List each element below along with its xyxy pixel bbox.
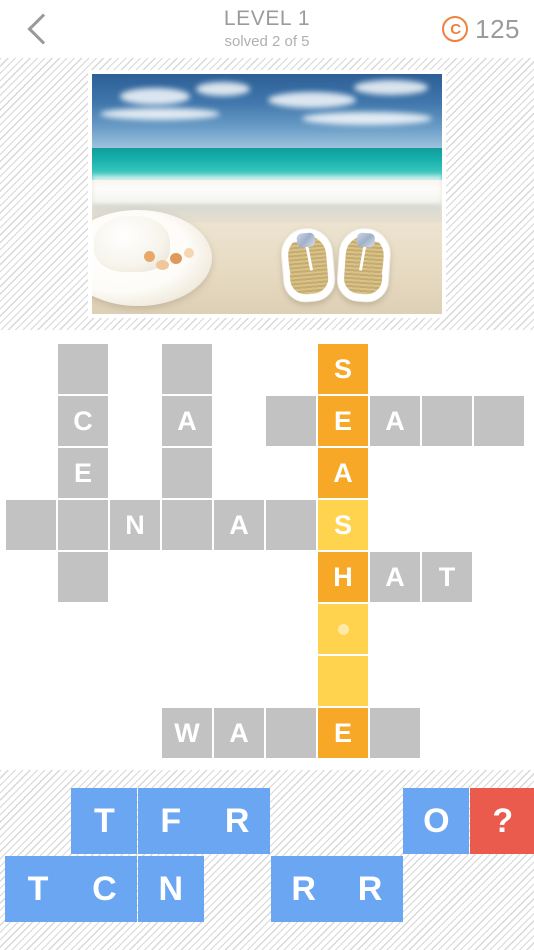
grid-cell[interactable]: S bbox=[318, 500, 368, 550]
photo-cloud bbox=[100, 108, 220, 120]
photo-shell-bead bbox=[170, 253, 182, 264]
photo-flip-flop-gem bbox=[296, 232, 316, 248]
tray-letter-tile[interactable]: C bbox=[71, 856, 138, 922]
grid-cell[interactable] bbox=[58, 552, 108, 602]
photo-shell-bead bbox=[156, 260, 169, 270]
grid-cell[interactable]: N bbox=[110, 500, 160, 550]
tray-letter-tile[interactable]: T bbox=[71, 788, 138, 854]
tray-empty-slot bbox=[403, 856, 469, 922]
puzzle-image-frame[interactable] bbox=[88, 70, 446, 318]
photo-cloud bbox=[354, 80, 428, 95]
tray-letter-tile[interactable]: T bbox=[5, 856, 71, 922]
tray-letter-tile[interactable]: O bbox=[403, 788, 470, 854]
grid-cell[interactable] bbox=[318, 604, 368, 654]
grid-cell[interactable]: A bbox=[214, 500, 264, 550]
grid-cell[interactable] bbox=[162, 344, 212, 394]
grid-cell[interactable]: W bbox=[162, 708, 212, 758]
tray-letter-tile[interactable]: R bbox=[337, 856, 403, 922]
photo-cloud bbox=[196, 82, 250, 96]
tray-letter-tile[interactable]: F bbox=[137, 788, 204, 854]
crossword-grid: SCAEAEANASHATWAE bbox=[0, 330, 534, 770]
grid-cell[interactable] bbox=[474, 396, 524, 446]
grid-cell[interactable]: A bbox=[162, 396, 212, 446]
grid-cell[interactable] bbox=[370, 708, 420, 758]
photo-flip-flop bbox=[335, 226, 393, 304]
coin-count: 125 bbox=[475, 13, 520, 44]
grid-cell[interactable]: E bbox=[318, 396, 368, 446]
tray-empty-slot bbox=[271, 788, 337, 854]
chevron-left-icon bbox=[27, 13, 59, 45]
photo-flip-flop-gem bbox=[356, 232, 376, 248]
coin-balance[interactable]: C 125 bbox=[442, 0, 520, 58]
grid-cell[interactable]: T bbox=[422, 552, 472, 602]
app-root: LEVEL 1 solved 2 of 5 C 125 S C A E A E … bbox=[0, 0, 534, 950]
coin-icon: C bbox=[442, 16, 469, 42]
tray-empty-slot bbox=[204, 856, 270, 922]
coin-glyph: C bbox=[450, 20, 461, 38]
grid-cell[interactable]: E bbox=[318, 708, 368, 758]
grid-cell[interactable]: S bbox=[318, 344, 368, 394]
tray-letter-tile[interactable]: R bbox=[270, 856, 337, 922]
grid-cell[interactable]: A bbox=[370, 552, 420, 602]
letter-tray: T F R O? T C N R R bbox=[0, 770, 534, 950]
photo-cloud bbox=[268, 92, 356, 108]
tray-letter-tile[interactable]: N bbox=[137, 856, 204, 922]
grid-cell[interactable]: H bbox=[318, 552, 368, 602]
header-bar: LEVEL 1 solved 2 of 5 C 125 bbox=[0, 0, 534, 58]
beach-photo bbox=[92, 74, 442, 314]
grid-cell[interactable] bbox=[58, 344, 108, 394]
grid-cell[interactable] bbox=[6, 500, 56, 550]
grid-cell[interactable]: E bbox=[58, 448, 108, 498]
puzzle-image-panel bbox=[0, 58, 534, 330]
back-button[interactable] bbox=[10, 0, 70, 58]
tray-empty-slot bbox=[470, 856, 534, 922]
photo-shell-bead bbox=[184, 248, 194, 258]
tray-empty-slot bbox=[5, 788, 71, 854]
grid-cell[interactable] bbox=[266, 500, 316, 550]
grid-cell[interactable] bbox=[266, 396, 316, 446]
grid-cell[interactable] bbox=[162, 500, 212, 550]
hint-dot-icon bbox=[337, 623, 349, 635]
tray-empty-slot bbox=[337, 788, 403, 854]
grid-cell[interactable] bbox=[318, 656, 368, 706]
photo-cloud bbox=[120, 88, 190, 105]
tray-joker-tile[interactable]: ? bbox=[469, 788, 534, 854]
photo-cloud bbox=[302, 112, 432, 125]
grid-cell[interactable]: C bbox=[58, 396, 108, 446]
grid-cell[interactable]: A bbox=[214, 708, 264, 758]
grid-cell[interactable] bbox=[58, 500, 108, 550]
tray-letter-tile[interactable]: R bbox=[204, 788, 271, 854]
grid-cell[interactable] bbox=[162, 448, 212, 498]
grid-cell[interactable]: A bbox=[370, 396, 420, 446]
grid-cell[interactable] bbox=[266, 708, 316, 758]
grid-cell[interactable]: A bbox=[318, 448, 368, 498]
grid-cell[interactable] bbox=[422, 396, 472, 446]
photo-shell-bead bbox=[144, 251, 155, 262]
